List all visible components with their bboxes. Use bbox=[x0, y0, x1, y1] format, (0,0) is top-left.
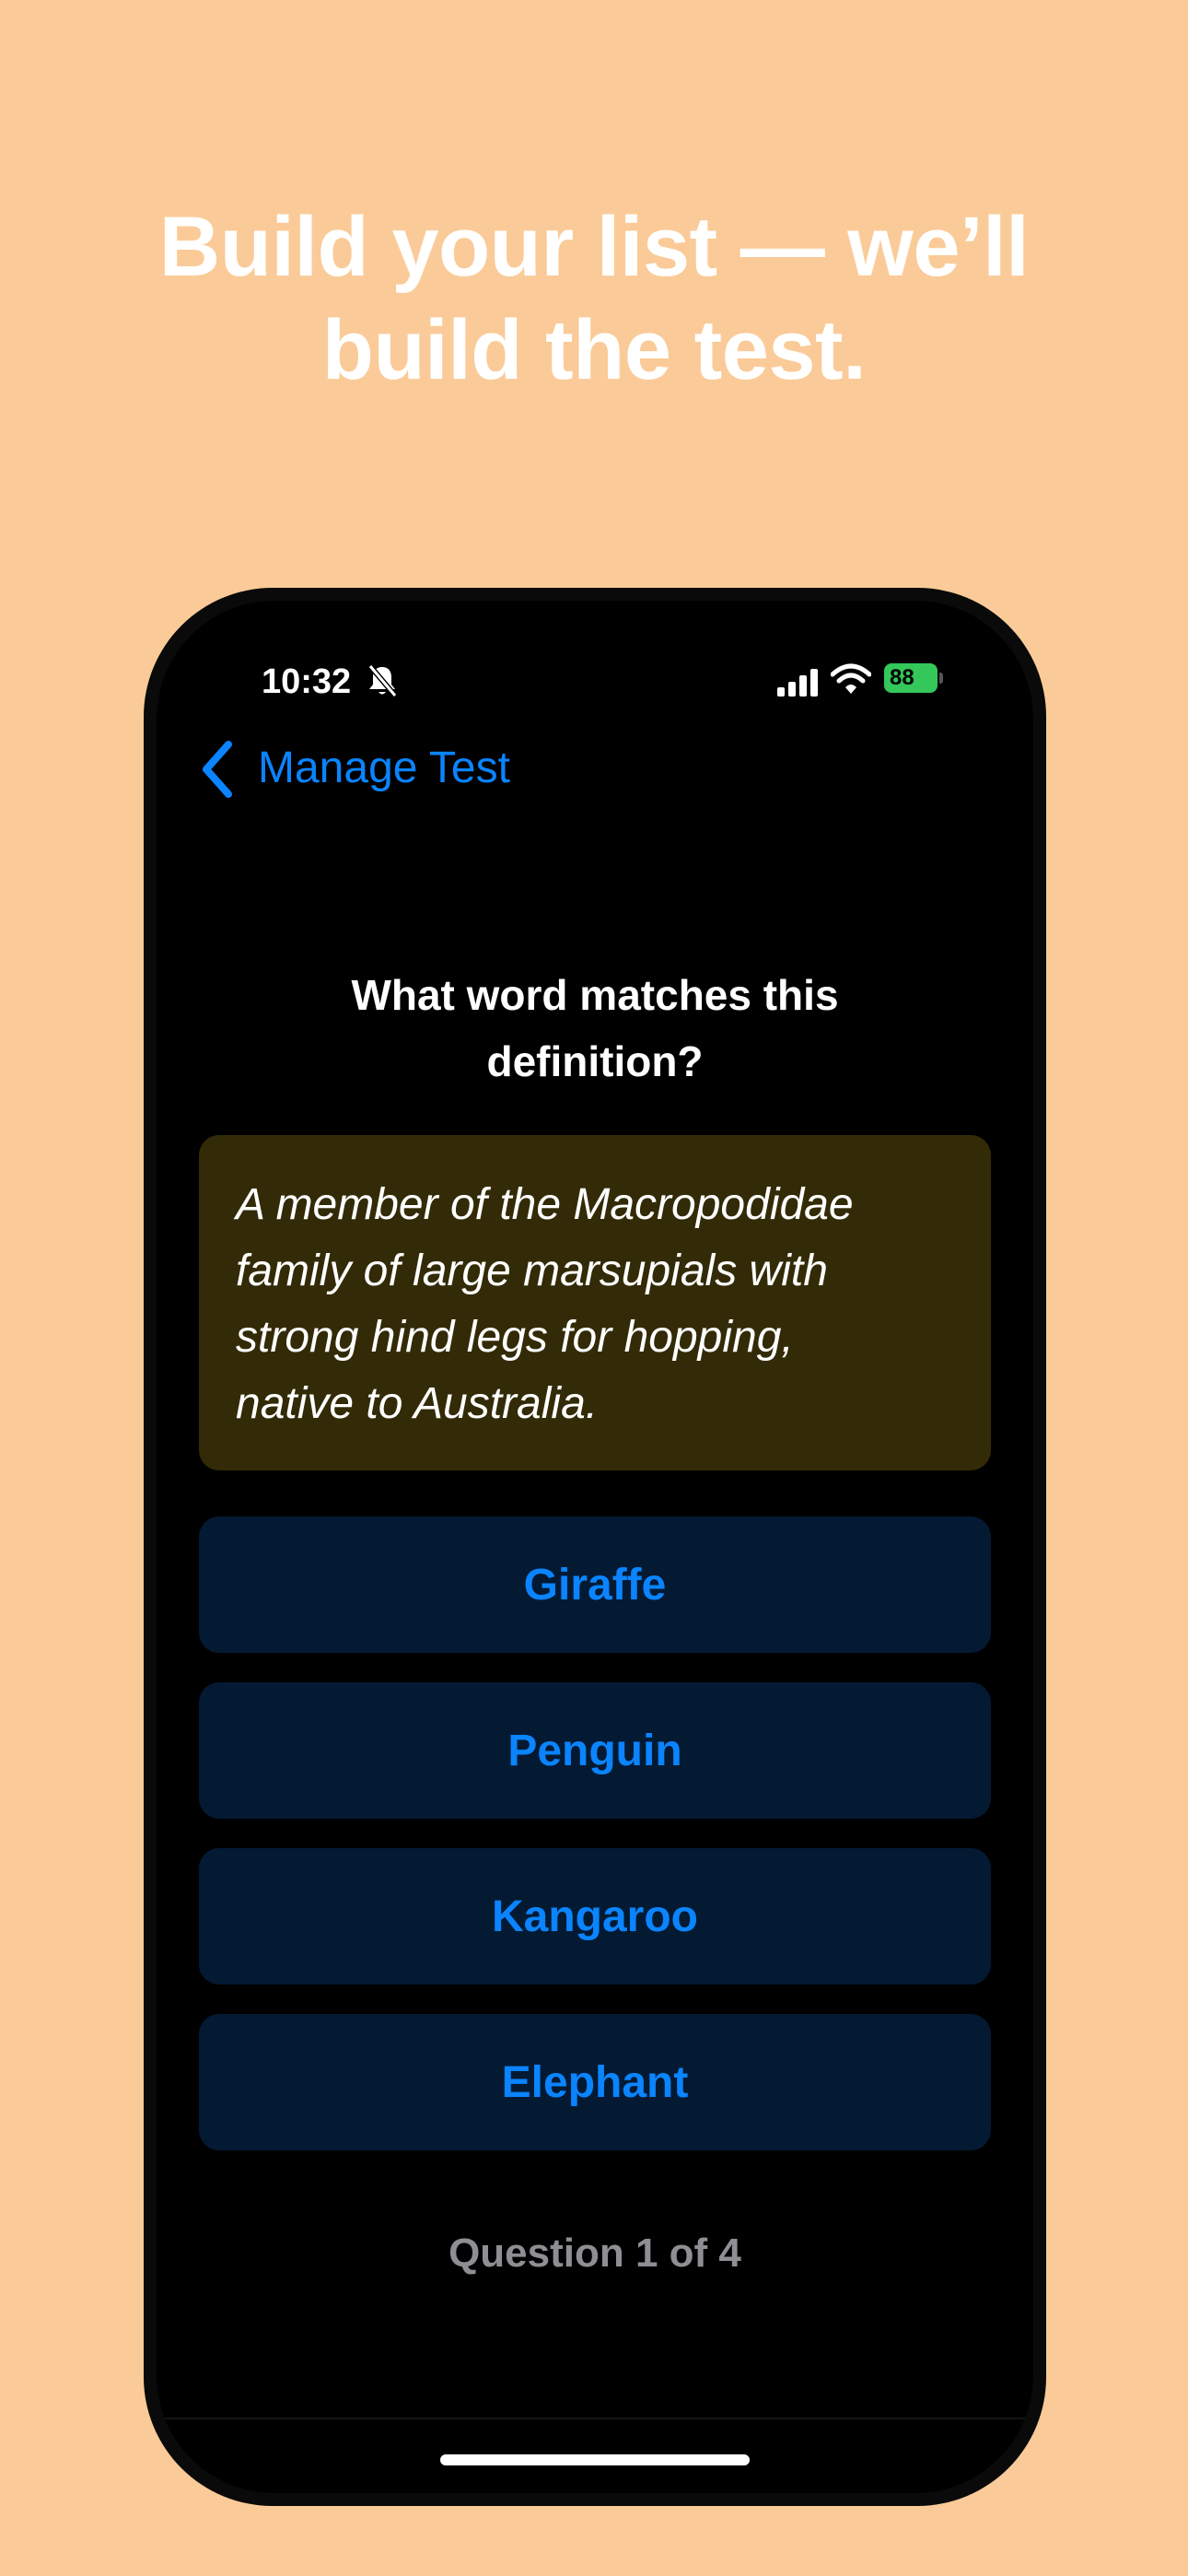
definition-card: A member of the Macropodidae family of l… bbox=[199, 1135, 991, 1470]
battery-level: 88 bbox=[890, 665, 914, 690]
battery-cap bbox=[939, 673, 943, 684]
bottom-divider bbox=[157, 2418, 1033, 2419]
question-prompt: What word matches this definition? bbox=[212, 962, 978, 1095]
phone-screen: 10:32 88 Manage Test What word matches t… bbox=[157, 601, 1033, 2493]
wifi-icon bbox=[831, 663, 871, 694]
question-progress: Question 1 of 4 bbox=[448, 2231, 741, 2276]
definition-line: family of large marsupials with bbox=[236, 1247, 828, 1295]
definition-line: A member of the Macropodidae bbox=[236, 1180, 854, 1229]
question-line-2: definition? bbox=[486, 1037, 704, 1085]
status-time: 10:32 bbox=[262, 662, 352, 701]
phone-frame: 10:32 88 Manage Test What word matches t… bbox=[144, 588, 1046, 2506]
marketing-headline: Build your list — we’ll build the test. bbox=[0, 195, 1188, 402]
answer-button-penguin[interactable]: Penguin bbox=[199, 1682, 991, 1819]
answer-options: Giraffe Penguin Kangaroo Elephant bbox=[199, 1516, 991, 2180]
answer-button-kangaroo[interactable]: Kangaroo bbox=[199, 1848, 991, 1985]
definition-line: native to Australia. bbox=[236, 1379, 599, 1428]
home-indicator[interactable] bbox=[440, 2454, 750, 2465]
question-line-1: What word matches this bbox=[351, 971, 839, 1019]
battery-icon: 88 bbox=[884, 663, 938, 693]
chevron-left-icon[interactable] bbox=[197, 737, 238, 802]
signal-icon bbox=[777, 669, 818, 697]
headline-line-1: Build your list — we’ll bbox=[158, 200, 1030, 294]
definition-line: strong hind legs for hopping, bbox=[236, 1313, 794, 1362]
answer-button-elephant[interactable]: Elephant bbox=[199, 2014, 991, 2150]
back-button[interactable]: Manage Test bbox=[258, 741, 510, 796]
headline-line-2: build the test. bbox=[321, 303, 867, 397]
definition-text: A member of the Macropodidae family of l… bbox=[236, 1172, 954, 1437]
bell-slash-icon bbox=[367, 664, 398, 697]
answer-button-giraffe[interactable]: Giraffe bbox=[199, 1516, 991, 1653]
